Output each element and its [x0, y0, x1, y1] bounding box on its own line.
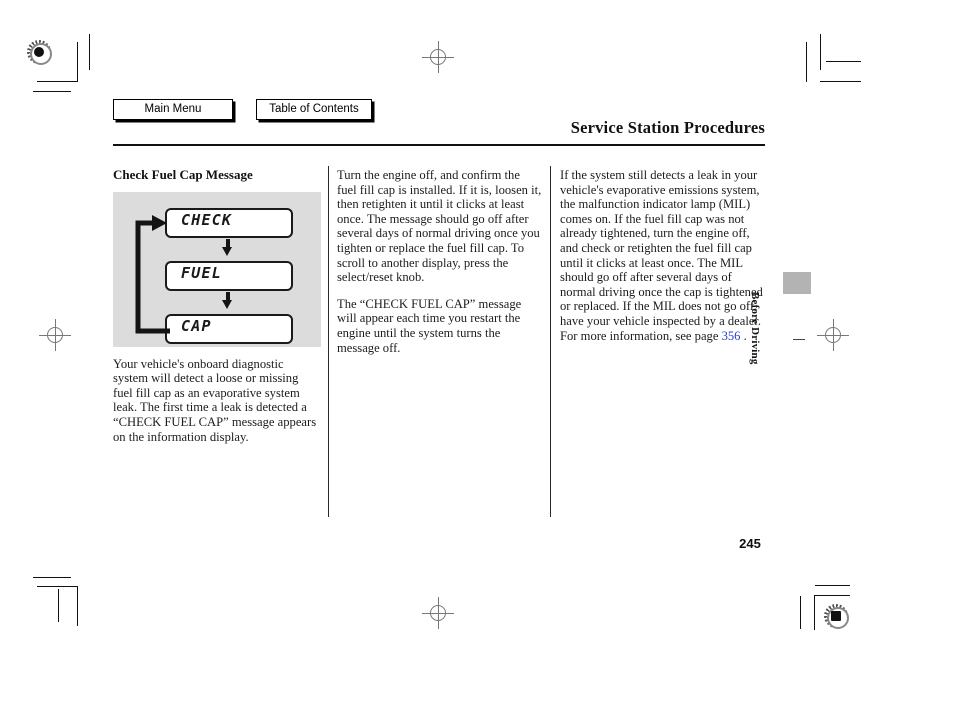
registration-crosshair-left-middle — [35, 315, 75, 355]
page-reference-link[interactable]: 356 — [722, 329, 741, 343]
crop-mark-tr-v — [806, 42, 808, 82]
main-menu-button[interactable]: Main Menu — [113, 99, 233, 120]
right-paragraph-text: If the system still detects a leak in yo… — [560, 168, 763, 343]
middle-paragraph-2: The “CHECK FUEL CAP” message will appear… — [337, 296, 522, 355]
table-of-contents-button[interactable]: Table of Contents — [256, 99, 372, 120]
lcd-display-box-check: CHECK — [165, 207, 293, 238]
document-navbar: Main Menu Table of Contents — [113, 99, 372, 120]
column-divider-2 — [550, 166, 552, 517]
right-paragraph-tail: . — [740, 328, 747, 343]
section-thumb-tab — [783, 272, 811, 294]
left-column-paragraph: Your vehicle's onboard diagnostic system… — [113, 356, 317, 444]
crop-mark-tr-h — [820, 81, 861, 83]
check-fuel-cap-flow-figure: CHECK FUEL CAP — [113, 191, 321, 347]
page-title: Service Station Procedures — [570, 118, 765, 137]
registration-crosshair-bottom-center — [418, 593, 458, 633]
crop-mark-tr-v2 — [820, 34, 822, 70]
lcd-text-fuel: FUEL — [181, 263, 222, 282]
column-divider-1 — [328, 166, 330, 517]
crop-mark-bl-h2 — [37, 586, 78, 588]
registration-target-top-left — [24, 37, 54, 67]
section-heading: Check Fuel Cap Message — [113, 167, 253, 182]
section-tab-label: Before Driving — [749, 292, 761, 365]
crop-mark-br-v2 — [800, 596, 802, 629]
right-column: If the system still detects a leak in yo… — [560, 168, 765, 355]
crop-mark-tr-h2 — [826, 61, 861, 63]
crop-mark-bl-h — [33, 577, 71, 579]
lcd-display-box-fuel: FUEL — [165, 260, 293, 291]
arrow-down-icon-2 — [222, 291, 232, 309]
page-number: 245 — [739, 536, 761, 551]
right-paragraph: If the system still detects a leak in yo… — [560, 168, 765, 343]
crop-mark-br-h2 — [814, 595, 850, 597]
crop-mark-bl-v2 — [58, 589, 60, 622]
registration-crosshair-right-middle — [813, 315, 853, 355]
left-column: Check Fuel Cap Message CHECK FUEL CAP Yo… — [113, 167, 321, 456]
crop-mark-tl-v — [77, 42, 79, 82]
lcd-text-cap: CAP — [181, 316, 212, 335]
middle-paragraph-1: Turn the engine off, and confirm the fue… — [337, 168, 542, 285]
crop-mark-br-h — [815, 585, 850, 587]
crop-mark-tl-h2 — [33, 91, 71, 93]
crop-mark-tl-v2 — [89, 34, 91, 70]
lcd-display-box-cap: CAP — [165, 313, 293, 344]
crop-mark-br-v — [814, 595, 816, 630]
registration-target-bottom-right — [821, 601, 851, 631]
title-divider-rule — [113, 144, 765, 146]
registration-crosshair-top-center — [418, 37, 458, 77]
arrow-down-icon-1 — [222, 238, 232, 256]
side-tab-dash — [793, 339, 805, 341]
middle-column: Turn the engine off, and confirm the fue… — [337, 168, 542, 367]
crop-mark-bl-v — [77, 586, 79, 626]
lcd-text-check: CHECK — [181, 210, 233, 229]
crop-mark-tl-h — [37, 81, 78, 83]
